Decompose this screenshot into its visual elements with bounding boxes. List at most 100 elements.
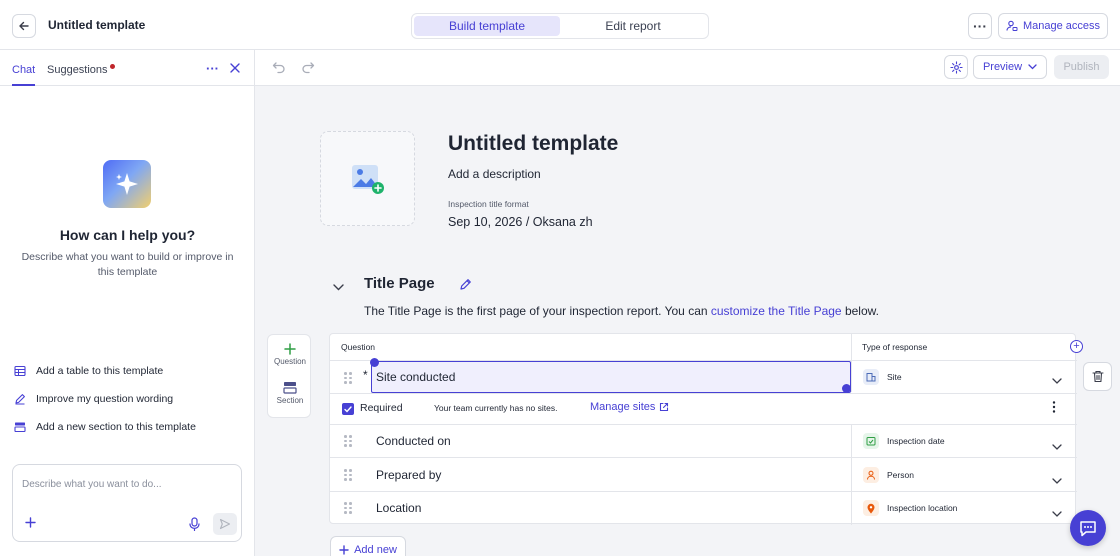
chevron-down-icon[interactable] bbox=[1052, 472, 1062, 487]
editor-toolbar: Preview Publish bbox=[255, 50, 1120, 86]
table-row[interactable]: Location Inspection location bbox=[330, 491, 1077, 524]
help-title: How can I help you? bbox=[59, 227, 196, 243]
response-label: Site bbox=[887, 372, 902, 382]
response-type-person[interactable]: Person bbox=[863, 467, 914, 483]
table-row[interactable]: Prepared by Person bbox=[330, 457, 1077, 491]
add-question-button[interactable]: Question bbox=[268, 343, 312, 366]
notification-dot bbox=[110, 64, 115, 69]
response-type-site[interactable]: Site bbox=[863, 369, 902, 385]
add-item-toolbar: Question Section bbox=[267, 334, 311, 418]
add-column-plus-icon[interactable]: + bbox=[1070, 340, 1083, 353]
inspection-format-value[interactable]: Sep 10, 2026 / Oksana zh bbox=[448, 215, 593, 229]
chevron-down-icon[interactable] bbox=[1052, 372, 1062, 387]
question-text: Conducted on bbox=[376, 434, 451, 448]
mode-switcher: Build template Edit report bbox=[411, 13, 709, 39]
chat-input[interactable]: Describe what you want to do... bbox=[12, 464, 242, 542]
panel-more-icon[interactable]: ··· bbox=[206, 61, 219, 76]
tab-suggestions[interactable]: Suggestions bbox=[47, 64, 108, 76]
trash-icon bbox=[1091, 370, 1104, 383]
manage-access-button[interactable]: Manage access bbox=[998, 13, 1108, 39]
more-options-button[interactable]: ··· bbox=[968, 13, 992, 39]
preview-button[interactable]: Preview bbox=[973, 55, 1047, 79]
ai-chat-panel: Chat Suggestions ··· How can I help you?… bbox=[0, 50, 255, 556]
arrow-left-icon bbox=[19, 21, 29, 31]
chat-placeholder: Describe what you want to do... bbox=[22, 479, 162, 490]
suggestion-label: Add a table to this template bbox=[36, 365, 164, 377]
check-icon bbox=[344, 405, 352, 413]
column-header-question: Question bbox=[341, 342, 376, 352]
template-image-upload[interactable] bbox=[320, 131, 415, 226]
response-type-date[interactable]: Inspection date bbox=[863, 433, 945, 449]
send-icon bbox=[219, 518, 231, 530]
suggestion-add-section[interactable]: Add a new section to this template bbox=[12, 418, 196, 436]
drag-handle-icon[interactable] bbox=[344, 435, 352, 447]
tab-chat[interactable]: Chat bbox=[12, 64, 36, 86]
question-text: Prepared by bbox=[376, 468, 442, 482]
add-new-button[interactable]: Add new bbox=[330, 536, 406, 556]
chevron-down-icon[interactable] bbox=[1052, 505, 1062, 520]
attach-plus-icon[interactable] bbox=[25, 515, 36, 533]
table-icon bbox=[12, 363, 28, 379]
back-button[interactable] bbox=[12, 14, 36, 38]
response-label: Inspection location bbox=[887, 503, 958, 513]
edit-pencil-icon[interactable] bbox=[459, 278, 472, 294]
drag-handle-icon[interactable] bbox=[344, 372, 352, 384]
preview-label: Preview bbox=[982, 61, 1023, 73]
table-row[interactable]: Conducted on Inspection date bbox=[330, 424, 1077, 457]
resize-handle[interactable] bbox=[842, 384, 851, 393]
section-icon bbox=[12, 419, 28, 435]
more-vertical-icon[interactable] bbox=[1052, 401, 1056, 416]
chat-bubble-icon bbox=[1080, 520, 1096, 536]
publish-button[interactable]: Publish bbox=[1054, 55, 1109, 79]
template-description[interactable]: Add a description bbox=[448, 167, 541, 181]
section-desc-suffix: below. bbox=[841, 304, 879, 318]
ai-sparkle-icon bbox=[103, 160, 151, 208]
plus-icon bbox=[339, 545, 349, 555]
send-button[interactable] bbox=[213, 513, 237, 535]
inspection-format-label: Inspection title format bbox=[448, 199, 529, 209]
suggestion-add-table[interactable]: Add a table to this template bbox=[12, 362, 163, 380]
template-title[interactable]: Untitled template bbox=[48, 18, 145, 32]
settings-button[interactable] bbox=[944, 55, 968, 79]
required-label: Required bbox=[360, 402, 403, 414]
questions-table: Question Type of response * Site conduct… bbox=[329, 333, 1077, 525]
collapse-chevron-icon[interactable] bbox=[333, 279, 344, 294]
add-section-label: Section bbox=[276, 396, 304, 405]
delete-button[interactable] bbox=[1083, 362, 1112, 391]
user-lock-icon bbox=[1006, 20, 1018, 31]
close-icon[interactable] bbox=[230, 60, 240, 76]
required-checkbox[interactable] bbox=[342, 403, 354, 415]
chevron-down-icon bbox=[1028, 64, 1037, 70]
drag-handle-icon[interactable] bbox=[344, 502, 352, 514]
tab-edit-report[interactable]: Edit report bbox=[560, 16, 706, 36]
chevron-down-icon[interactable] bbox=[1052, 438, 1062, 453]
pencil-icon bbox=[12, 391, 28, 407]
location-pin-icon bbox=[863, 500, 879, 516]
section-description: The Title Page is the first page of your… bbox=[364, 304, 879, 318]
suggestion-label: Add a new section to this template bbox=[36, 421, 196, 433]
tab-build-template[interactable]: Build template bbox=[414, 16, 560, 36]
manage-access-label: Manage access bbox=[1022, 20, 1101, 32]
response-label: Inspection date bbox=[887, 436, 945, 446]
redo-icon[interactable] bbox=[301, 60, 315, 77]
template-heading[interactable]: Untitled template bbox=[448, 132, 618, 156]
section-title[interactable]: Title Page bbox=[364, 275, 435, 292]
microphone-icon[interactable] bbox=[189, 517, 200, 534]
undo-icon[interactable] bbox=[272, 60, 286, 77]
drag-handle-icon[interactable] bbox=[344, 469, 352, 481]
suggestion-label: Improve my question wording bbox=[36, 393, 174, 405]
add-section-button[interactable]: Section bbox=[268, 381, 312, 405]
question-text: Location bbox=[376, 501, 422, 515]
person-icon bbox=[863, 467, 879, 483]
external-link-icon bbox=[660, 402, 669, 412]
resize-handle[interactable] bbox=[370, 358, 379, 367]
question-input-active[interactable]: Site conducted bbox=[371, 361, 851, 393]
suggestion-improve-wording[interactable]: Improve my question wording bbox=[12, 390, 173, 408]
customize-title-page-link[interactable]: customize the Title Page bbox=[711, 304, 842, 318]
help-chat-button[interactable] bbox=[1070, 510, 1106, 546]
sites-note: Your team currently has no sites. bbox=[434, 403, 558, 413]
column-header-response: Type of response bbox=[862, 342, 928, 352]
response-type-location[interactable]: Inspection location bbox=[863, 500, 957, 516]
manage-sites-link[interactable]: Manage sites bbox=[590, 401, 669, 413]
section-desc-text: The Title Page is the first page of your… bbox=[364, 304, 711, 318]
